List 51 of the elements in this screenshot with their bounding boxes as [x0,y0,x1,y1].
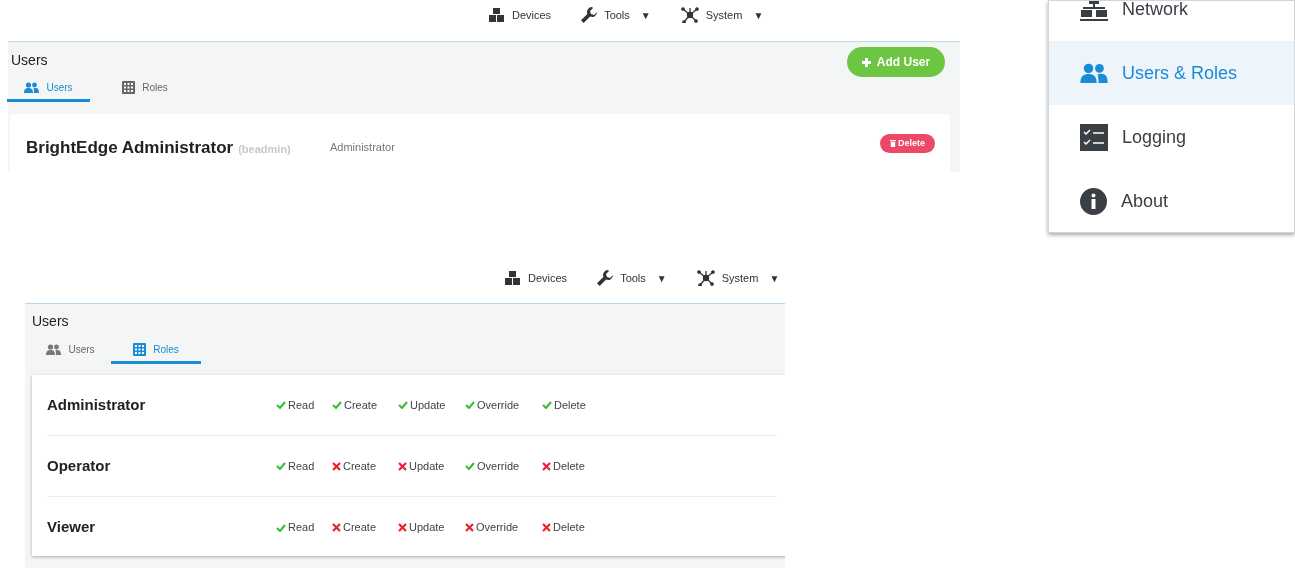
role-name: Operator [47,455,112,476]
menu-item[interactable]: Network [1049,1,1294,41]
permission-label: Delete [553,520,585,536]
permission-label: Create [343,458,377,474]
permission-label: Create [343,520,377,536]
checklist-icon [1080,123,1108,151]
cubes-icon [505,270,521,286]
trash-icon [890,140,896,147]
permission-label: Update [410,397,446,413]
permission-label: Override [477,458,520,474]
page-title: Users [11,51,48,70]
tab[interactable]: Users [7,76,90,102]
cubes-icon [489,7,505,23]
nav-link[interactable]: System ▼ [680,6,764,24]
plus-icon [861,57,871,67]
nav-link[interactable]: Tools ▼ [597,269,667,287]
users-icon [46,344,62,355]
user-role: Administrator [330,140,395,155]
network-node-icon [696,270,715,286]
tab[interactable]: Users [30,338,111,364]
page-title: Users [32,312,69,331]
users-icon [24,82,40,93]
nav-link[interactable]: System ▼ [696,269,780,287]
nav-link[interactable]: Devices [505,269,568,287]
permission-label: Update [409,458,445,474]
menu-item[interactable]: Logging [1049,105,1294,169]
info-icon [1080,187,1107,215]
grid-icon [133,343,147,356]
nav-link[interactable]: Tools ▼ [581,6,651,24]
wrench-icon [597,270,614,286]
delete-button[interactable]: Delete [880,134,935,153]
user-name: BrightEdge Administrator [26,137,234,159]
network-icon [1080,1,1108,21]
role-name: Viewer [47,517,97,538]
permission-label: Create [344,397,378,413]
permission-label: Delete [554,397,586,413]
menu-item[interactable]: About [1049,169,1294,232]
permission-label: Read [288,520,315,536]
permission-label: Read [288,458,315,474]
network-node-icon [680,7,699,23]
nav-link[interactable]: Devices [489,6,552,24]
users-icon [1080,63,1108,83]
permission-label: Delete [553,458,585,474]
role-name: Administrator [47,394,147,415]
permission-label: Override [476,520,519,536]
permission-label: Override [477,397,520,413]
permission-label: Read [288,397,315,413]
grid-icon [122,81,136,94]
permission-label: Update [409,520,445,536]
tab[interactable]: Roles [90,76,200,102]
wrench-icon [581,7,598,23]
